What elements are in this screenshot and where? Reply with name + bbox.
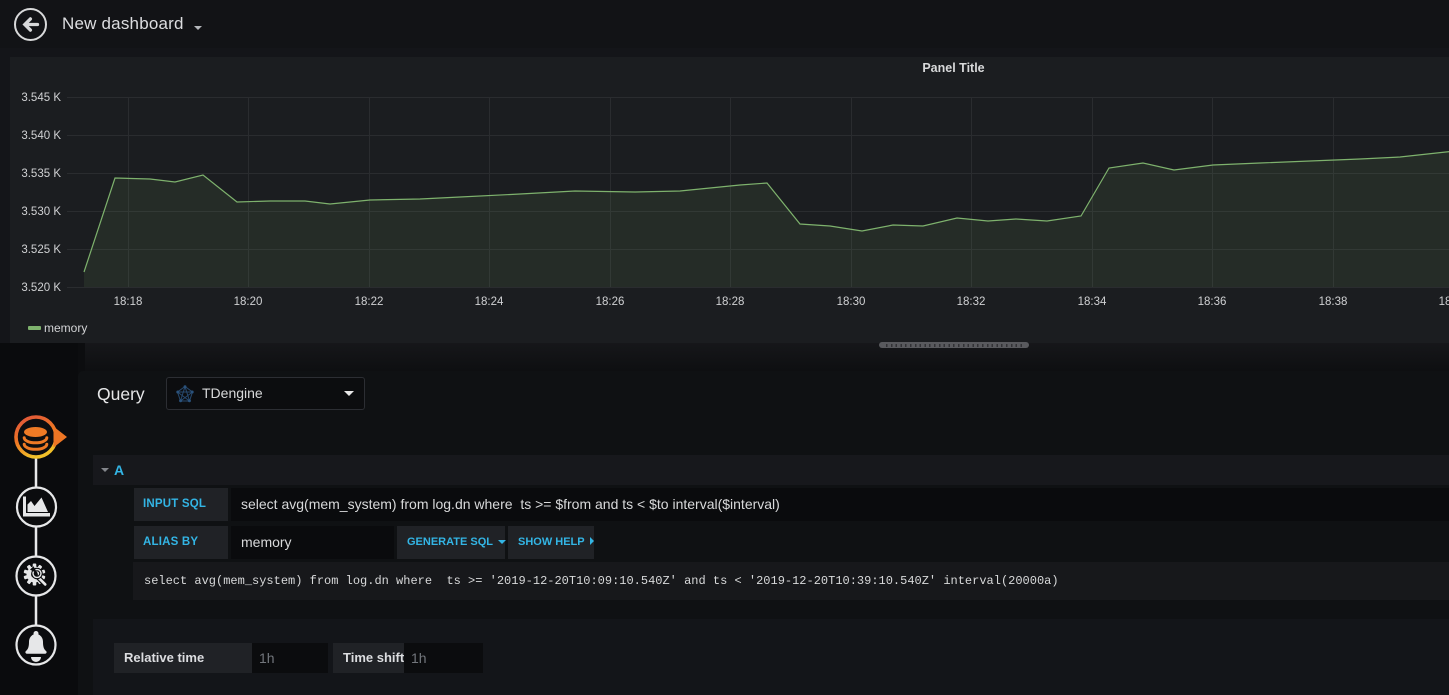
svg-text:18:18: 18:18 [114,296,143,308]
svg-text:18:22: 18:22 [355,296,384,308]
svg-text:18:38: 18:38 [1319,296,1348,308]
svg-text:18:24: 18:24 [475,296,504,308]
svg-text:18:36: 18:36 [1198,296,1227,308]
svg-text:18:30: 18:30 [837,296,866,308]
svg-text:3.525 K: 3.525 K [21,244,61,256]
svg-text:3.540 K: 3.540 K [21,130,61,142]
svg-text:18:40: 18:40 [1439,296,1449,308]
svg-text:18:32: 18:32 [957,296,986,308]
svg-text:3.535 K: 3.535 K [21,168,61,180]
svg-text:18:20: 18:20 [234,296,263,308]
svg-text:3.530 K: 3.530 K [21,206,61,218]
svg-text:3.545 K: 3.545 K [21,92,61,104]
svg-text:3.520 K: 3.520 K [21,282,61,294]
svg-text:18:34: 18:34 [1078,296,1107,308]
svg-text:18:26: 18:26 [596,296,625,308]
svg-text:18:28: 18:28 [716,296,745,308]
